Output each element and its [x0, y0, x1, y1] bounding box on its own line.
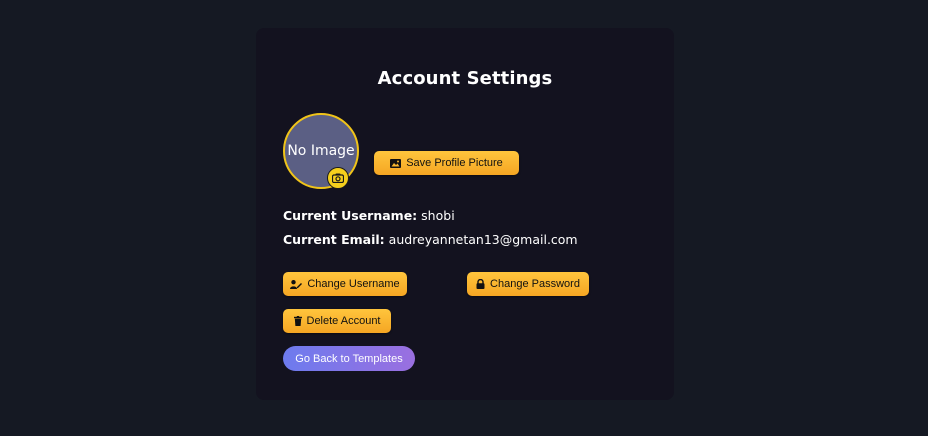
- account-settings-card: Account Settings No Image Save Profile P…: [256, 28, 674, 400]
- current-username: Current Username: shobi: [283, 208, 455, 223]
- trash-icon: [293, 316, 302, 326]
- camera-icon[interactable]: [327, 167, 349, 189]
- current-email-label: Current Email:: [283, 232, 385, 247]
- change-password-label: Change Password: [490, 278, 580, 290]
- current-username-value: shobi: [421, 208, 455, 223]
- current-email-value: audreyannetan13@gmail.com: [388, 232, 578, 247]
- change-username-button[interactable]: Change Username: [283, 272, 407, 296]
- go-back-label: Go Back to Templates: [295, 352, 403, 365]
- change-password-button[interactable]: Change Password: [467, 272, 589, 296]
- avatar-placeholder-text: No Image: [287, 143, 355, 159]
- delete-account-button[interactable]: Delete Account: [283, 309, 391, 333]
- current-username-label: Current Username:: [283, 208, 418, 223]
- delete-account-label: Delete Account: [306, 315, 381, 327]
- page-title: Account Settings: [377, 68, 553, 89]
- go-back-to-templates-button[interactable]: Go Back to Templates: [283, 346, 415, 371]
- image-icon: [390, 158, 402, 168]
- user-edit-icon: [290, 279, 303, 289]
- change-username-label: Change Username: [307, 278, 400, 290]
- save-profile-picture-button[interactable]: Save Profile Picture: [374, 151, 519, 175]
- save-profile-picture-label: Save Profile Picture: [406, 157, 503, 169]
- current-email: Current Email: audreyannetan13@gmail.com: [283, 232, 578, 247]
- lock-icon: [476, 279, 485, 289]
